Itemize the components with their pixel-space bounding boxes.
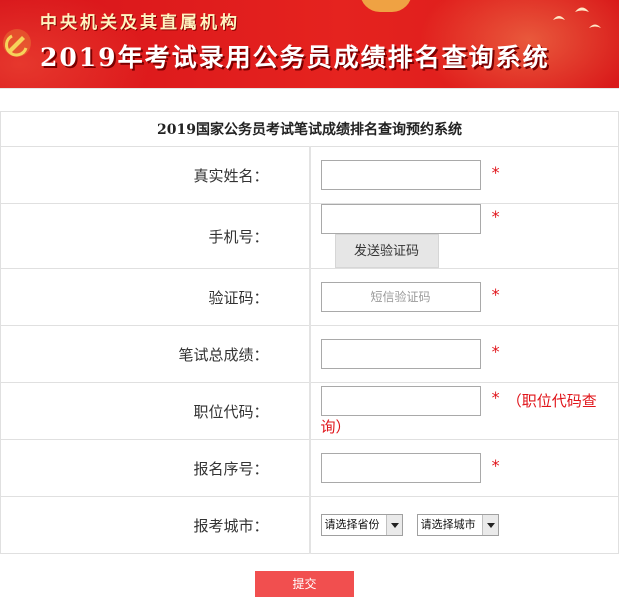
name-input[interactable]: [320, 160, 481, 190]
form-heading: 2019国家公务员考试笔试成绩排名查询预约系统: [0, 111, 619, 147]
city-label: 报考城市：: [0, 496, 311, 554]
header-banner: 中央机关及其直属机构 2019年考试录用公务员成绩排名查询系统: [0, 0, 619, 88]
required-mark: *: [491, 388, 500, 407]
banner-lantern-decoration: [360, 0, 412, 12]
score-input[interactable]: [320, 339, 481, 369]
form-row-score: 笔试总成绩： *: [0, 325, 619, 383]
required-mark: *: [491, 206, 500, 226]
required-mark: *: [491, 284, 500, 304]
score-label: 笔试总成绩：: [0, 325, 311, 383]
required-mark: *: [491, 455, 500, 475]
city-select[interactable]: 请选择城市: [416, 514, 499, 536]
sms-code-input[interactable]: [320, 282, 481, 312]
form-row-position: 职位代码： * （职位代码查询）: [0, 382, 619, 440]
position-code-input[interactable]: [320, 385, 481, 416]
chevron-down-icon: [385, 515, 402, 535]
banner-title: 2019年考试录用公务员成绩排名查询系统: [40, 43, 550, 72]
form-row-phone: 手机号： * 发送验证码: [0, 203, 619, 269]
form-row-name: 真实姓名： *: [0, 146, 619, 204]
doves-icon: [553, 7, 601, 28]
required-mark: *: [491, 341, 500, 361]
banner-subtitle: 中央机关及其直属机构: [40, 13, 240, 33]
form-row-regno: 报名序号： *: [0, 439, 619, 497]
position-code-label: 职位代码：: [0, 382, 311, 440]
send-code-button[interactable]: 发送验证码: [334, 234, 439, 268]
province-select-value: 请选择省份: [324, 518, 380, 531]
chevron-down-icon: [481, 515, 498, 535]
query-form: 2019国家公务员考试笔试成绩排名查询预约系统 真实姓名： * 手机号： * 发…: [0, 111, 619, 554]
name-label: 真实姓名：: [0, 146, 311, 204]
form-row-code: 验证码： *: [0, 268, 619, 326]
reg-no-label: 报名序号：: [0, 439, 311, 497]
code-label: 验证码：: [0, 268, 311, 326]
required-mark: *: [491, 162, 500, 182]
city-select-value: 请选择城市: [420, 518, 476, 531]
province-select[interactable]: 请选择省份: [320, 514, 403, 536]
submit-area: 提交: [0, 554, 619, 612]
party-emblem-icon: [3, 29, 31, 57]
reg-no-input[interactable]: [320, 453, 481, 483]
phone-input[interactable]: [320, 204, 481, 234]
phone-label: 手机号：: [0, 203, 311, 269]
form-row-city: 报考城市： 请选择省份 请选择城市: [0, 496, 619, 554]
submit-button[interactable]: 提交: [255, 571, 354, 597]
spacer: [0, 88, 619, 111]
